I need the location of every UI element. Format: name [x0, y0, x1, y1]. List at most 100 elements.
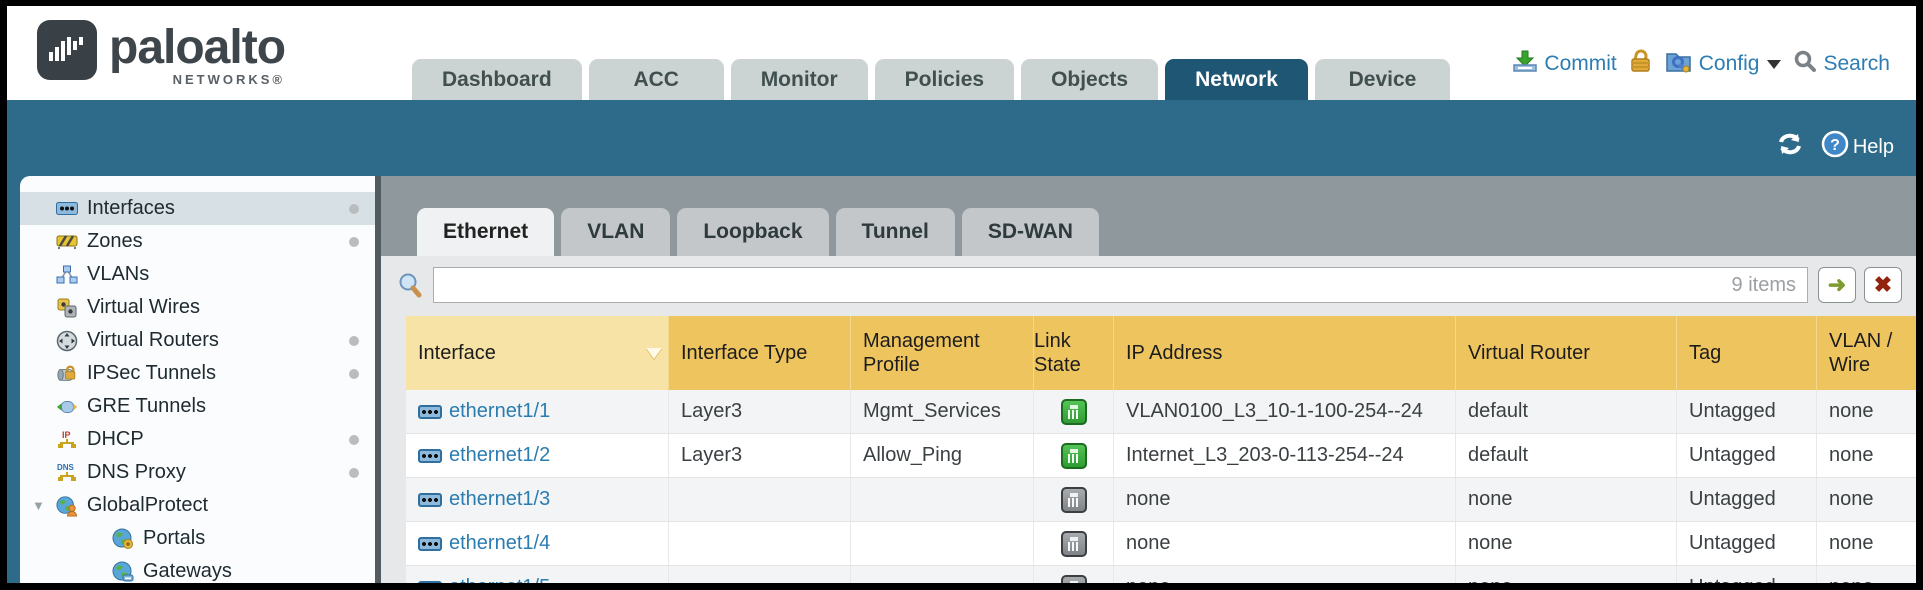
- tab-policies[interactable]: Policies: [875, 59, 1014, 100]
- paloalto-logo-icon: [37, 20, 97, 80]
- interface-link[interactable]: ethernet1/1: [418, 400, 550, 423]
- column-header-tag[interactable]: Tag: [1677, 316, 1817, 390]
- link-state-cell: [1034, 390, 1114, 433]
- sort-dropdown-icon[interactable]: [646, 348, 662, 359]
- help-icon: ?: [1821, 130, 1849, 164]
- table-row: ethernet1/3 none none Untagged none: [406, 478, 1916, 522]
- interface-type-cell: Layer3: [669, 390, 851, 433]
- ethernet-interface-icon: [418, 581, 442, 584]
- link-up-icon: [1061, 399, 1087, 425]
- search-button[interactable]: Search: [1793, 49, 1890, 79]
- sidebar-item-gre-tunnels[interactable]: GRE Tunnels: [20, 390, 375, 423]
- commit-icon: [1512, 49, 1538, 79]
- apply-filter-button[interactable]: ➜: [1818, 267, 1856, 303]
- tag-cell: Untagged: [1677, 522, 1817, 565]
- vlan-wire-cell: none: [1817, 522, 1916, 565]
- commit-button[interactable]: Commit: [1512, 49, 1616, 79]
- interface-type-cell: Layer3: [669, 434, 851, 477]
- tab-objects[interactable]: Objects: [1021, 59, 1158, 100]
- column-header-link-state[interactable]: Link State: [1034, 316, 1114, 390]
- sidebar-item-dns-proxy[interactable]: DNS DNS Proxy: [20, 456, 375, 489]
- clear-filter-button[interactable]: ✖: [1864, 267, 1902, 303]
- refresh-icon[interactable]: [1775, 130, 1805, 164]
- virtual-routers-icon: [56, 330, 78, 352]
- main-nav-tabs: Dashboard ACC Monitor Policies Objects N…: [412, 59, 1450, 100]
- management-profile-cell: Allow_Ping: [851, 434, 1034, 477]
- config-menu[interactable]: Config: [1665, 48, 1782, 80]
- column-header-virtual-router[interactable]: Virtual Router: [1456, 316, 1677, 390]
- table-row: ethernet1/4 none none Untagged none: [406, 522, 1916, 566]
- gateways-icon: [112, 561, 134, 583]
- subtab-tunnel[interactable]: Tunnel: [836, 208, 955, 256]
- sidebar-item-virtual-wires[interactable]: Virtual Wires: [20, 291, 375, 324]
- expand-triangle-icon[interactable]: ▼: [32, 498, 45, 513]
- interface-type-cell: [669, 478, 851, 521]
- sidebar-item-globalprotect[interactable]: ▼ GlobalProtect: [20, 489, 375, 522]
- tag-cell: Untagged: [1677, 434, 1817, 477]
- link-state-cell: [1034, 566, 1114, 583]
- interface-link[interactable]: ethernet1/3: [418, 488, 550, 511]
- interface-link[interactable]: ethernet1/4: [418, 532, 550, 555]
- link-state-cell: [1034, 478, 1114, 521]
- ethernet-interface-icon: [418, 449, 442, 463]
- vlans-icon: [56, 264, 78, 286]
- tab-monitor[interactable]: Monitor: [731, 59, 868, 100]
- tab-network[interactable]: Network: [1165, 59, 1308, 100]
- ip-address-cell: VLAN0100_L3_10-1-100-254--24: [1114, 390, 1456, 433]
- vlan-wire-cell: none: [1817, 434, 1916, 477]
- column-header-interface-type[interactable]: Interface Type: [669, 316, 851, 390]
- interface-link[interactable]: ethernet1/2: [418, 444, 550, 467]
- sidebar-item-ipsec-tunnels[interactable]: IPSec Tunnels: [20, 357, 375, 390]
- column-header-ip-address[interactable]: IP Address: [1114, 316, 1456, 390]
- sidebar-item-interfaces[interactable]: Interfaces: [20, 192, 375, 225]
- filter-bar: 9 items ➜ ✖: [381, 256, 1916, 312]
- vlan-wire-cell: none: [1817, 566, 1916, 583]
- sidebar-item-portals[interactable]: Portals: [20, 522, 375, 555]
- header-quick-links: Commit Con: [1512, 48, 1890, 80]
- subtab-vlan[interactable]: VLAN: [561, 208, 670, 256]
- config-caret-icon: [1767, 60, 1781, 69]
- sidebar-item-virtual-routers[interactable]: Virtual Routers: [20, 324, 375, 357]
- globalprotect-icon: [56, 495, 78, 517]
- column-header-interface[interactable]: Interface: [406, 316, 669, 390]
- svg-text:DNS: DNS: [57, 463, 75, 472]
- column-header-management-profile[interactable]: Management Profile: [851, 316, 1034, 390]
- table-row: ethernet1/5 none none Untagged none: [406, 566, 1916, 583]
- table-row: ethernet1/2 Layer3 Allow_Ping Internet_L…: [406, 434, 1916, 478]
- subtab-loopback[interactable]: Loopback: [677, 208, 828, 256]
- sidebar-item-gateways[interactable]: Gateways: [20, 555, 375, 583]
- vlan-wire-cell: none: [1817, 390, 1916, 433]
- tab-acc[interactable]: ACC: [589, 59, 724, 100]
- ip-address-cell: none: [1114, 522, 1456, 565]
- link-state-cell: [1034, 522, 1114, 565]
- interface-link[interactable]: ethernet1/5: [418, 576, 550, 583]
- link-down-icon: [1061, 531, 1087, 557]
- tab-device[interactable]: Device: [1315, 59, 1450, 100]
- tab-dashboard[interactable]: Dashboard: [412, 59, 582, 100]
- app-window: paloalto NETWORKS® Dashboard ACC Monitor…: [7, 6, 1916, 583]
- brand-subtitle: NETWORKS®: [173, 72, 285, 87]
- interface-type-cell: [669, 566, 851, 583]
- tag-cell: Untagged: [1677, 390, 1817, 433]
- ipsec-tunnels-icon: [56, 363, 78, 385]
- management-profile-cell: Mgmt_Services: [851, 390, 1034, 433]
- ethernet-interface-icon: [418, 405, 442, 419]
- link-down-icon: [1061, 575, 1087, 584]
- filter-search-icon: [397, 272, 423, 303]
- dhcp-icon: IP: [56, 429, 78, 451]
- sidebar-item-dhcp[interactable]: IP DHCP: [20, 423, 375, 456]
- sidebar-item-vlans[interactable]: VLANs: [20, 258, 375, 291]
- network-sidebar: Interfaces Zones VLANs Virtual Wires Vir: [20, 176, 375, 583]
- virtual-router-cell: none: [1456, 522, 1677, 565]
- column-header-vlan-wire[interactable]: VLAN / Wire: [1817, 316, 1916, 390]
- filter-input[interactable]: [433, 267, 1808, 303]
- help-button[interactable]: ? Help: [1821, 130, 1894, 164]
- paloalto-logo: paloalto NETWORKS®: [37, 20, 285, 87]
- lock-icon[interactable]: [1629, 48, 1653, 80]
- secondary-toolbar: ? Help: [7, 100, 1916, 176]
- link-down-icon: [1061, 487, 1087, 513]
- sidebar-item-zones[interactable]: Zones: [20, 225, 375, 258]
- brand-name: paloalto: [109, 20, 285, 76]
- subtab-ethernet[interactable]: Ethernet: [417, 208, 554, 256]
- subtab-sdwan[interactable]: SD-WAN: [962, 208, 1099, 256]
